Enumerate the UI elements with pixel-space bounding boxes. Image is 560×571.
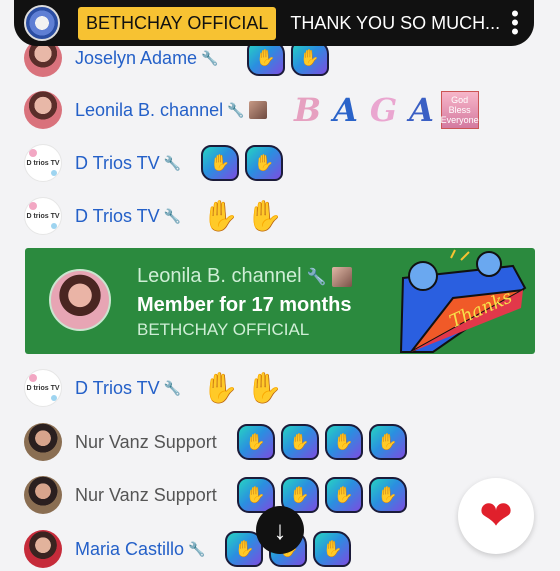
author-name[interactable]: D Trios TV [75, 378, 160, 399]
sticker-emoji: ✋ [245, 145, 284, 181]
sticker-emoji: ✋ [280, 424, 319, 460]
wrench-icon: 🔧 [227, 101, 245, 118]
avatar[interactable] [24, 530, 62, 568]
letter-emoji: A [409, 91, 434, 129]
letter-emoji: A [333, 91, 358, 129]
live-chat: Joselyn Adame 🔧 ✋ ✋ Leonila B. channel 🔧… [0, 0, 560, 568]
heart-reaction-button[interactable]: ❤ [458, 478, 534, 554]
letter-emoji: B [294, 91, 322, 129]
thanks-sticker: Thanks [399, 249, 527, 353]
message-emojis: B A G A God Bless Everyone [289, 91, 479, 129]
arrow-down-icon: ↓ [273, 514, 287, 545]
sticker-emoji: ✋ [368, 424, 407, 460]
wrench-icon: 🔧 [188, 540, 206, 557]
avatar-text: D trios TV [26, 212, 60, 220]
avatar[interactable]: D trios TV [24, 144, 62, 182]
sticker-emoji: ✋ [313, 531, 352, 567]
sticker-emoji: ✋ [368, 477, 407, 513]
wave-emoji: ✋ [245, 199, 283, 233]
channel-avatar[interactable] [24, 5, 60, 41]
sticker-emoji: ✋ [324, 424, 363, 460]
heart-icon: ❤ [479, 494, 513, 538]
member-channel: BETHCHAY OFFICIAL [137, 320, 310, 339]
member-badge-icon [331, 266, 352, 287]
wave-emoji: ✋ [201, 371, 239, 405]
author-name[interactable]: Maria Castillo [75, 539, 184, 560]
god-bless-emoji: God Bless Everyone [440, 91, 479, 129]
message-emojis: ✋ ✋ [201, 370, 283, 406]
sticker-emoji: ✋ [236, 424, 275, 460]
message-emojis: ✋ ✋ ✋ ✋ [236, 477, 407, 513]
wrench-icon: 🔧 [201, 49, 219, 66]
message-emojis: ✋ ✋ [201, 198, 283, 234]
chat-message: Leonila B. channel 🔧 B A G A God Bless E… [24, 88, 479, 132]
scroll-down-button[interactable]: ↓ [256, 506, 304, 554]
author-name[interactable]: Leonila B. channel [75, 100, 223, 121]
thumbs-up-icon [476, 251, 502, 277]
wave-emoji: ✋ [245, 371, 283, 405]
message-emojis: ✋ ✋ [201, 145, 284, 181]
avatar-text: D trios TV [26, 384, 60, 392]
pinned-message-bar[interactable]: BETHCHAY OFFICIAL THANK YOU SO MUCH... •… [14, 0, 534, 46]
avatar[interactable]: D trios TV [24, 197, 62, 235]
thumbs-up-icon [408, 261, 438, 291]
channel-name-pill[interactable]: BETHCHAY OFFICIAL [78, 6, 277, 40]
sticker-emoji: ✋ [201, 145, 240, 181]
avatar[interactable] [49, 269, 111, 331]
wrench-icon: 🔧 [306, 269, 327, 286]
member-badge-icon [248, 101, 267, 119]
author-name[interactable]: D Trios TV [75, 206, 160, 227]
chat-message: D trios TV D Trios TV 🔧 ✋ ✋ [24, 366, 283, 410]
sticker-emoji: ✋ [324, 477, 363, 513]
wrench-icon: 🔧 [163, 207, 182, 224]
member-name[interactable]: Leonila B. channel [137, 265, 302, 287]
avatar[interactable]: D trios TV [24, 369, 62, 407]
author-name[interactable]: Joselyn Adame [75, 48, 197, 69]
letter-emoji: G [369, 91, 398, 129]
chat-message: D trios TV D Trios TV 🔧 ✋ ✋ [24, 194, 283, 238]
wrench-icon: 🔧 [163, 379, 182, 396]
author-name[interactable]: D Trios TV [75, 153, 160, 174]
pinned-message-text[interactable]: THANK YOU SO MUCH... [290, 13, 500, 34]
member-milestone: Member for 17 months [137, 294, 352, 316]
avatar-text: D trios TV [26, 159, 60, 167]
author-name[interactable]: Nur Vanz Support [75, 432, 217, 453]
wrench-icon: 🔧 [163, 154, 182, 171]
member-name-line: Leonila B. channel 🔧 [137, 265, 352, 288]
avatar[interactable] [24, 423, 62, 461]
avatar[interactable] [24, 476, 62, 514]
author-name[interactable]: Nur Vanz Support [75, 485, 217, 506]
message-emojis: ✋ ✋ ✋ ✋ [236, 424, 407, 460]
avatar[interactable] [24, 91, 62, 129]
more-vert-icon[interactable]: • • • [510, 3, 520, 43]
wave-emoji: ✋ [201, 199, 239, 233]
chat-message: D trios TV D Trios TV 🔧 ✋ ✋ [24, 141, 284, 185]
membership-card[interactable]: Leonila B. channel 🔧 Member for 17 months… [25, 248, 535, 354]
chat-message: Nur Vanz Support ✋ ✋ ✋ ✋ [24, 420, 407, 464]
chat-message: Nur Vanz Support ✋ ✋ ✋ ✋ [24, 473, 407, 517]
